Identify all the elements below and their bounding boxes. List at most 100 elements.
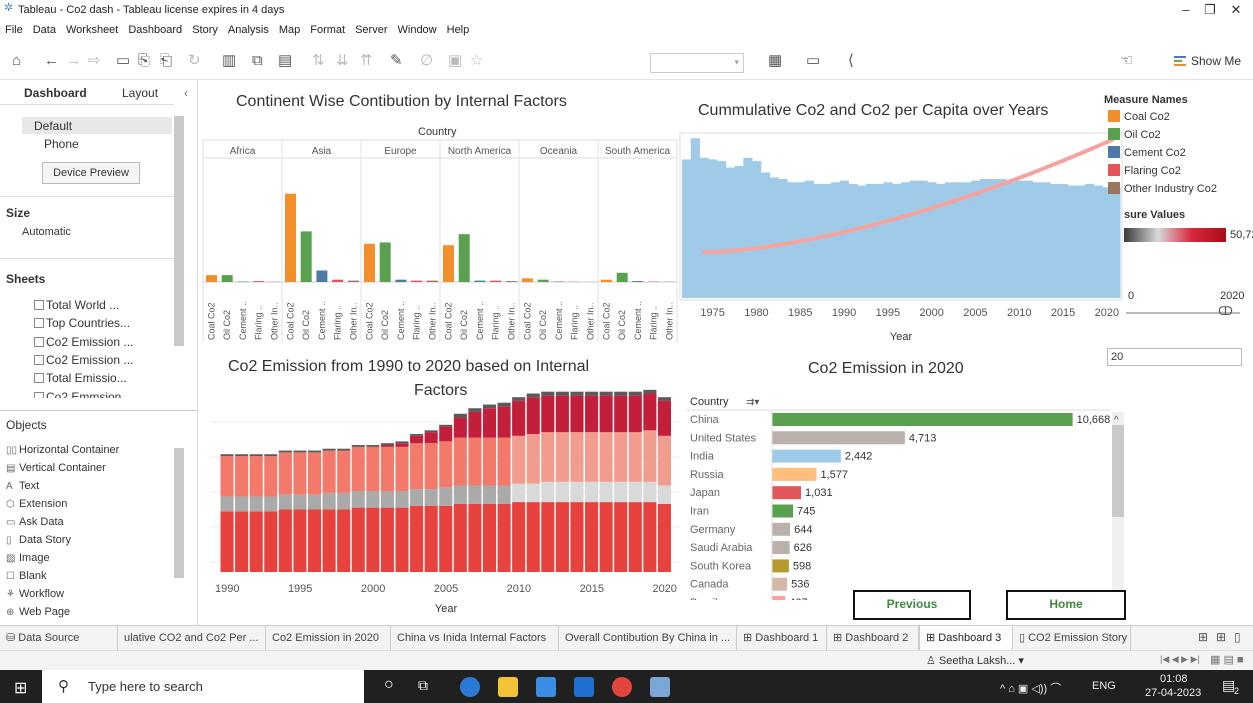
taskbar-search[interactable]: ⚲ Type here to search (42, 670, 364, 703)
object-item[interactable]: ⬡ Extension (6, 498, 67, 510)
legend-item[interactable]: Coal Co2 (1108, 110, 1170, 123)
menu-story[interactable]: Story (192, 24, 218, 36)
new-worksheet-icon[interactable]: ▥ (222, 52, 236, 70)
menu-map[interactable]: Map (279, 24, 300, 36)
menu-dashboard[interactable]: Dashboard (128, 24, 182, 36)
store-icon[interactable] (536, 677, 556, 697)
view-toggle-icon[interactable]: ▦ ▤ ■ (1210, 653, 1244, 666)
menu-help[interactable]: Help (447, 24, 470, 36)
tab-sheet[interactable]: ⊞ Dashboard 2 (827, 626, 919, 650)
tableau-taskbar-icon[interactable] (650, 677, 670, 697)
tab-data-source[interactable]: ⛁ Data Source (0, 626, 118, 650)
presentation-icon[interactable]: ▭ (806, 52, 820, 70)
restore-icon[interactable]: ❐ (1200, 2, 1220, 18)
scrollbar[interactable] (174, 448, 184, 578)
sheet-item[interactable]: Total World ... (33, 298, 119, 312)
year-input[interactable]: 20 (1107, 348, 1242, 366)
object-item[interactable]: ⚘ Workflow (6, 588, 64, 600)
new-story-icon[interactable]: ▯ (1234, 630, 1241, 644)
device-phone[interactable]: Phone (44, 137, 79, 151)
menu-analysis[interactable]: Analysis (228, 24, 269, 36)
scrollbar[interactable] (174, 116, 184, 346)
language-indicator[interactable]: ENG (1092, 680, 1116, 692)
show-me-button[interactable]: Show Me (1173, 54, 1241, 68)
cards-icon[interactable]: ▦ (768, 52, 782, 70)
cortana-icon[interactable]: ○ (384, 676, 394, 694)
pointer-icon[interactable]: ☜ (1120, 52, 1133, 70)
object-item[interactable]: ▭ Ask Data (6, 516, 64, 528)
label-icon[interactable]: ▣ (448, 52, 462, 70)
attach-icon[interactable]: ∅ (420, 52, 433, 70)
share-icon[interactable]: ⟨ (848, 52, 854, 70)
object-item[interactable]: ▯ Data Story (6, 534, 71, 546)
legend-item[interactable]: Oil Co2 (1108, 128, 1161, 141)
legend-item[interactable]: Cement Co2 (1108, 146, 1186, 159)
mail-icon[interactable] (574, 677, 594, 697)
menu-file[interactable]: File (5, 24, 23, 36)
tray-icons[interactable]: ^ ⌂ ▣ ◁)) ⌒ (1000, 680, 1061, 696)
back-icon[interactable]: ← (44, 52, 59, 70)
device-preview-button[interactable]: Device Preview (42, 162, 140, 184)
refresh-icon[interactable]: ↻ (188, 52, 201, 70)
legend-item[interactable]: Other Industry Co2 (1108, 182, 1217, 195)
tab-sheet[interactable]: Co2 Emission in 2020 (266, 626, 391, 650)
clear-icon[interactable]: ▤ (278, 52, 292, 70)
tab-sheet[interactable]: ▯ CO2 Emission Story (1013, 626, 1131, 650)
tab-dashboard[interactable]: Dashboard (24, 86, 87, 100)
tab-sheet[interactable]: ⊞ Dashboard 3 (919, 626, 1013, 650)
swap-icon[interactable]: ⇅ (312, 52, 325, 70)
object-item[interactable]: ☐ Blank (6, 570, 47, 582)
tab-sheet[interactable]: ulative CO2 and Co2 Per ... (118, 626, 266, 650)
size-dropdown[interactable]: Automatic▾ (22, 226, 186, 244)
sheet-item[interactable]: Co2 Emission ... (33, 353, 133, 367)
collapse-icon[interactable]: ‹ (184, 86, 188, 100)
duplicate-icon[interactable]: ⧉ (252, 52, 263, 70)
new-dashboard-icon[interactable]: ⊞ (1216, 630, 1226, 644)
chrome-icon[interactable] (612, 677, 632, 697)
home-icon[interactable]: ⌂ (12, 52, 21, 70)
slider-handle-icon[interactable]: ↀ (1218, 304, 1233, 318)
nav-arrows-icon[interactable]: |◀ ◀ ▶ ▶| (1160, 654, 1200, 665)
close-icon[interactable]: ✕ (1226, 2, 1246, 18)
task-view-icon[interactable]: ⧉ (418, 677, 428, 694)
pin-icon[interactable]: ☆ (470, 52, 483, 70)
fit-dropdown[interactable]: ▾ (650, 53, 744, 73)
menu-server[interactable]: Server (355, 24, 387, 36)
object-item[interactable]: A Text (6, 480, 39, 492)
tab-layout[interactable]: Layout (122, 86, 158, 100)
forward-icon[interactable]: → (66, 52, 81, 70)
pause-icon[interactable]: ⎗ (160, 52, 172, 70)
new-datasource-icon[interactable]: ⎘ (138, 52, 150, 70)
tab-sheet[interactable]: Overall Contibution By China in ... (559, 626, 737, 650)
tab-sheet[interactable]: China vs Inida Internal Factors (391, 626, 559, 650)
sheet-item[interactable]: Top Countries... (33, 316, 130, 330)
sheet-item[interactable]: Co2 Emmsion (33, 390, 121, 398)
edge-icon[interactable] (460, 677, 480, 697)
previous-button[interactable]: Previous (853, 590, 971, 620)
highlight-icon[interactable]: ✎ (390, 52, 403, 70)
sort-desc-icon[interactable]: ⇈ (360, 52, 373, 70)
object-item[interactable]: ▨ Image (6, 552, 50, 564)
object-item[interactable]: ▤ Vertical Container (6, 462, 106, 474)
redo-icon[interactable]: ⇨ (88, 52, 101, 70)
clock-time[interactable]: 01:08 (1160, 673, 1188, 685)
menu-data[interactable]: Data (33, 24, 56, 36)
device-default[interactable]: Default (34, 119, 72, 133)
sort-asc-icon[interactable]: ⇊ (336, 52, 349, 70)
sheet-item[interactable]: Co2 Emission ... (33, 335, 133, 349)
minimize-icon[interactable]: – (1176, 2, 1196, 17)
legend-item[interactable]: Flaring Co2 (1108, 164, 1181, 177)
clock-date[interactable]: 27-04-2023 (1145, 687, 1201, 699)
user-menu[interactable]: ♙ Seetha Laksh... ▾ (926, 654, 1024, 667)
tab-sheet[interactable]: ⊞ Dashboard 1 (737, 626, 827, 650)
menu-format[interactable]: Format (310, 24, 345, 36)
menu-window[interactable]: Window (398, 24, 437, 36)
windows-start-icon[interactable]: ⊞ (14, 678, 27, 698)
file-explorer-icon[interactable] (498, 677, 518, 697)
object-item[interactable]: ▯▯ Horizontal Container (6, 444, 119, 456)
home-button[interactable]: Home (1006, 590, 1126, 620)
save-icon[interactable]: ▭ (116, 52, 130, 70)
new-sheet-icon[interactable]: ⊞ (1198, 630, 1208, 644)
sheet-item[interactable]: Total Emissio... (34, 371, 127, 385)
menu-worksheet[interactable]: Worksheet (66, 24, 118, 36)
